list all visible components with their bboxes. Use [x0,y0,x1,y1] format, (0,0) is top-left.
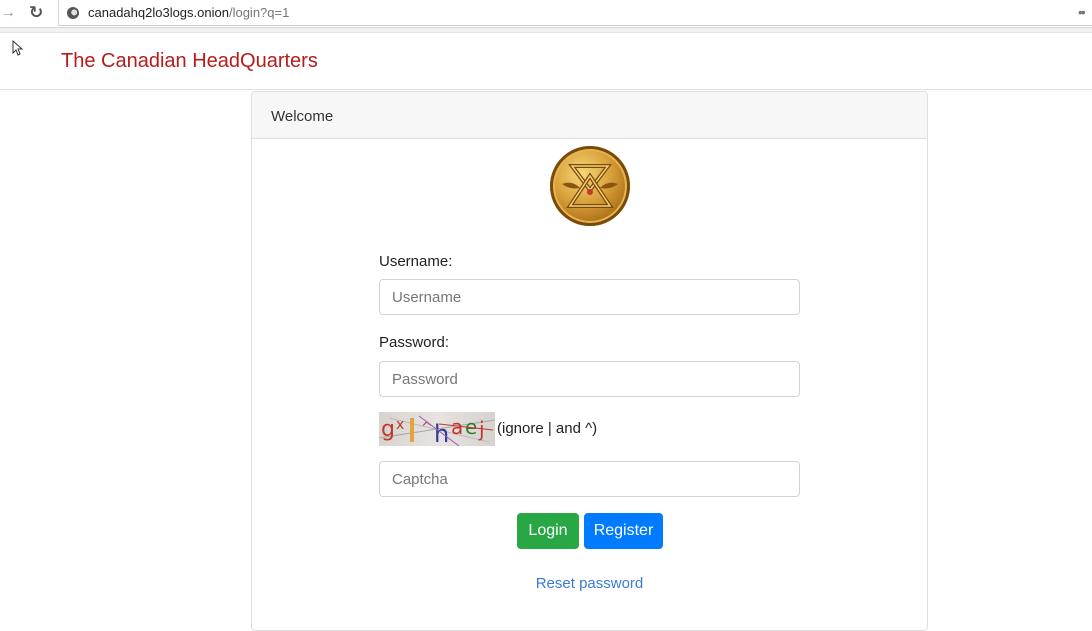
gold-emblem-logo [550,146,630,226]
login-button[interactable]: Login [517,513,579,549]
svg-text:x: x [396,417,404,433]
username-input[interactable] [379,279,800,315]
captcha-hint: (ignore | and ^) [497,420,598,437]
more-icon[interactable]: •• [1078,4,1092,20]
svg-text:a: a [451,415,463,439]
mouse-cursor-icon [12,40,24,56]
reset-password-link[interactable]: Reset password [379,575,800,592]
card-header: Welcome [252,92,927,139]
captcha-input[interactable] [379,461,800,497]
brand-link[interactable]: The Canadian HeadQuarters [61,50,318,73]
login-card: Welcome Username: Password: g x [251,91,928,631]
site-info-icon[interactable] [67,7,79,19]
url-path: /login?q=1 [228,5,290,20]
url-host: canadahq2lo3logs.onion [88,5,229,20]
captcha-image: g x ^ h a e j [379,412,495,446]
navbar: The Canadian HeadQuarters [0,33,1092,90]
username-label: Username: [379,253,453,270]
reload-icon[interactable]: ↻ [29,3,49,23]
register-button[interactable]: Register [584,513,663,549]
password-label: Password: [379,334,450,351]
svg-text:g: g [381,417,395,442]
url-text[interactable]: canadahq2lo3logs.onion/login?q=1 [88,5,289,20]
password-input[interactable] [379,361,800,397]
arrow-right-icon[interactable]: → [0,4,18,22]
browser-toolbar: → ↻ canadahq2lo3logs.onion/login?q=1 •• [0,0,1092,28]
address-bar[interactable]: canadahq2lo3logs.onion/login?q=1 [58,0,1092,26]
